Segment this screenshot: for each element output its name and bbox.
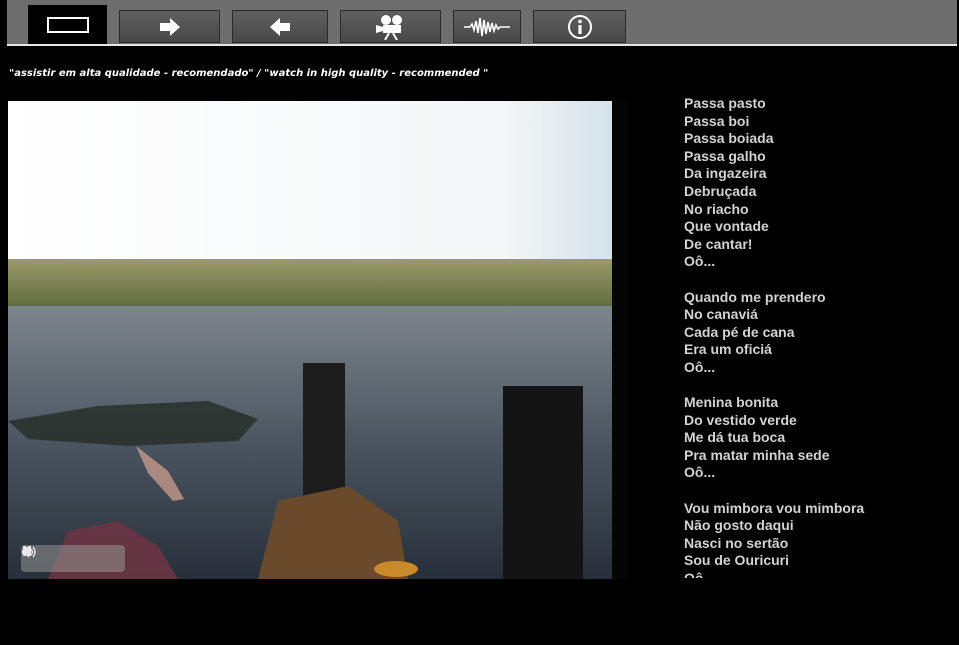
lyrics-line: Menina bonita	[684, 394, 779, 411]
lyrics-line: Debruçada	[684, 182, 757, 199]
lyrics-line: No canaviá	[684, 306, 758, 323]
lyrics-line: No riacho	[684, 200, 749, 217]
tab-rectangle[interactable]	[28, 5, 107, 45]
lyrics-line: Passa pasto	[684, 95, 766, 111]
stop-icon[interactable]	[23, 547, 95, 569]
tab-previous[interactable]	[232, 10, 328, 43]
lyrics-line: Cada pé de cana	[684, 323, 795, 340]
tab-next[interactable]	[119, 10, 220, 43]
lyrics-line: Me dá tua boca	[684, 429, 786, 446]
arrow-right-icon	[159, 17, 181, 37]
lyrics-line: De cantar!	[684, 235, 753, 252]
lyrics-line: Era um oficiá	[684, 341, 772, 358]
rectangle-icon	[46, 17, 89, 33]
video-player[interactable]	[8, 101, 628, 579]
lyrics-line: Oô...	[684, 358, 716, 375]
lyrics-line: Passa boi	[684, 112, 750, 129]
lyrics-panel: Passa pasto Passa boi Passa boiada Passa ga…	[684, 95, 954, 578]
volume-icon[interactable]	[22, 546, 119, 569]
top-navigation-bar	[0, 0, 959, 46]
lyrics-line: Não gosto daqui	[684, 517, 794, 534]
lyrics-line: Sou de Ouricuri	[684, 552, 790, 569]
lyrics-line: Oô...	[684, 464, 716, 481]
tab-audio[interactable]	[453, 10, 521, 43]
lyrics-line: Do vestido verde	[684, 411, 797, 428]
lyrics-stanza: Vou mimbora vou mimbora Não gosto daqui Na…	[684, 500, 954, 578]
lyrics-line: Vou mimbora vou mimbora	[684, 499, 865, 516]
film-camera-icon	[375, 14, 407, 40]
tab-underline	[7, 44, 957, 46]
lyrics-stanza: Passa pasto Passa boi Passa boiada Passa ga…	[684, 95, 954, 271]
lyrics-line: Passa boiada	[684, 130, 774, 147]
video-frame	[8, 101, 628, 579]
lyrics-stanza: Menina bonita Do vestido verde Me dá tua b…	[684, 394, 954, 482]
lyrics-line: Que vontade	[684, 218, 769, 235]
lyrics-line: Oô...	[684, 253, 716, 270]
arrow-left-icon	[269, 17, 291, 37]
lyrics-line: Passa galho	[684, 147, 766, 164]
video-controls	[21, 545, 125, 572]
lyrics-line: Quando me prendero	[684, 288, 826, 305]
lyrics-line: Pra matar minha sede	[684, 446, 830, 463]
lyrics-stanza: Quando me prendero No canaviá Cada pé de c…	[684, 289, 954, 377]
lyrics-line: Oô...	[684, 570, 954, 578]
tab-info[interactable]	[533, 10, 626, 43]
info-icon	[567, 14, 593, 40]
quality-note: "assistir em alta qualidade - recomendad…	[9, 68, 489, 79]
tab-video[interactable]	[340, 10, 441, 43]
pause-icon[interactable]	[23, 546, 71, 569]
waveform-icon	[464, 16, 510, 38]
lyrics-line: Da ingazeira	[684, 165, 767, 182]
lyrics-line: Nasci no sertão	[684, 534, 789, 551]
